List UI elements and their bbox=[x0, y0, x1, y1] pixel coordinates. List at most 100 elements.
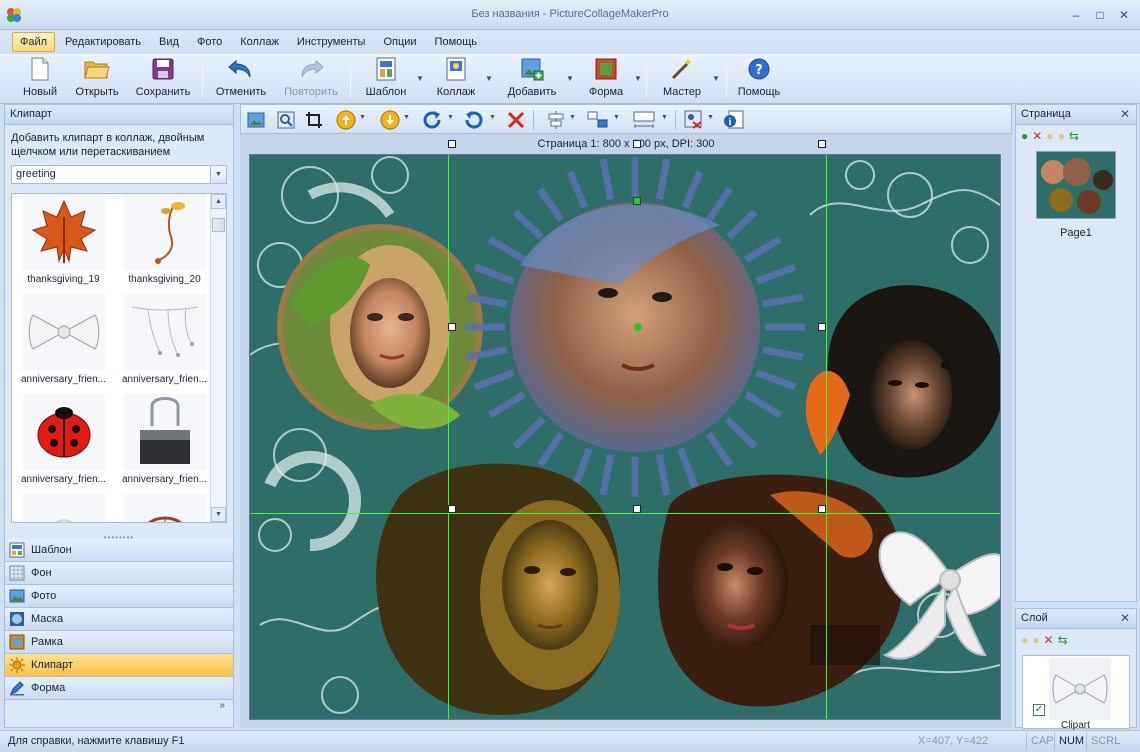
list-item[interactable] bbox=[16, 494, 111, 522]
actual-size-button[interactable] bbox=[275, 109, 297, 131]
collage-canvas[interactable] bbox=[249, 154, 1001, 720]
resize-handle[interactable] bbox=[448, 505, 456, 513]
layer-visibility-checkbox[interactable]: ✓ bbox=[1033, 704, 1045, 716]
list-item[interactable]: anniversary_frien... bbox=[117, 394, 212, 492]
resize-handle[interactable] bbox=[448, 323, 456, 331]
chevron-down-icon[interactable]: ▼ bbox=[707, 114, 714, 121]
chevron-down-icon[interactable]: ▼ bbox=[489, 114, 496, 121]
chevron-down-icon[interactable]: ▼ bbox=[210, 166, 226, 183]
resize-handle[interactable] bbox=[633, 505, 641, 513]
scroll-down-icon[interactable]: ▼ bbox=[211, 507, 226, 522]
template-button[interactable]: Шаблон bbox=[360, 56, 412, 102]
collage-dropdown-icon[interactable]: ▼ bbox=[485, 74, 493, 83]
redo-button[interactable]: Повторить bbox=[280, 56, 342, 102]
nav-item-clipart[interactable]: Клипарт bbox=[5, 654, 233, 677]
rotate-right-button[interactable] bbox=[421, 109, 443, 131]
minimize-button[interactable]: – bbox=[1066, 6, 1086, 24]
guide-vertical[interactable] bbox=[826, 155, 827, 719]
delete-page-icon[interactable]: ✕ bbox=[1032, 129, 1042, 143]
refresh-icon[interactable]: ⇆ bbox=[1058, 633, 1068, 647]
shape-button[interactable]: Форма bbox=[582, 56, 630, 102]
refresh-icon[interactable]: ⇆ bbox=[1069, 129, 1079, 143]
add-page-icon[interactable]: ● bbox=[1021, 129, 1028, 143]
page-thumbnail[interactable] bbox=[1036, 151, 1116, 219]
menu-edit[interactable]: Редактировать bbox=[57, 32, 149, 52]
nav-item-shape[interactable]: Форма bbox=[5, 677, 233, 700]
rotate-left-button[interactable] bbox=[463, 109, 485, 131]
list-item[interactable]: anniversary_frien... bbox=[117, 294, 212, 392]
chevron-down-icon[interactable]: ▼ bbox=[661, 114, 668, 121]
properties-button[interactable]: i bbox=[723, 109, 745, 131]
chevron-down-icon[interactable]: ▼ bbox=[359, 114, 366, 121]
resize-handle[interactable] bbox=[633, 140, 641, 148]
chevron-down-icon[interactable]: ▼ bbox=[569, 114, 576, 121]
clipart-white-bow[interactable] bbox=[878, 531, 1001, 660]
menu-help[interactable]: Помощь bbox=[427, 32, 486, 52]
maximize-button[interactable]: □ bbox=[1090, 6, 1110, 24]
align-button[interactable] bbox=[545, 109, 567, 131]
photo-woman-dark-hair[interactable] bbox=[805, 285, 1001, 478]
crop-button[interactable] bbox=[303, 109, 325, 131]
nav-overflow-icon[interactable]: » bbox=[5, 700, 233, 718]
layer-down-icon[interactable]: ● bbox=[1032, 633, 1039, 647]
scroll-thumb[interactable] bbox=[212, 218, 225, 232]
fit-page-button[interactable] bbox=[245, 109, 267, 131]
menu-collage[interactable]: Коллаж bbox=[232, 32, 287, 52]
distribute-button[interactable] bbox=[587, 109, 609, 131]
chevron-down-icon[interactable]: ▼ bbox=[613, 114, 620, 121]
wizard-dropdown-icon[interactable]: ▼ bbox=[712, 74, 720, 83]
collage-button[interactable]: Коллаж bbox=[432, 56, 480, 102]
menu-file[interactable]: Файл bbox=[12, 32, 56, 52]
list-item[interactable] bbox=[117, 494, 212, 522]
list-item[interactable]: anniversary_frien... bbox=[16, 294, 111, 392]
list-item[interactable]: thanksgiving_19 bbox=[16, 194, 111, 292]
rotate-handle[interactable] bbox=[633, 197, 641, 205]
menu-photo[interactable]: Фото bbox=[189, 32, 230, 52]
delete-button[interactable] bbox=[505, 109, 527, 131]
nav-item-frame[interactable]: Рамка bbox=[5, 631, 233, 654]
move-up-icon[interactable]: ● bbox=[1046, 129, 1053, 143]
wizard-button[interactable]: Мастер bbox=[656, 56, 708, 102]
chevron-down-icon[interactable]: ▼ bbox=[447, 114, 454, 121]
list-item[interactable]: anniversary_frien... bbox=[16, 394, 111, 492]
scroll-up-icon[interactable]: ▲ bbox=[211, 194, 226, 209]
resize-handle[interactable] bbox=[818, 323, 826, 331]
resize-handle[interactable] bbox=[818, 140, 826, 148]
center-point-icon[interactable] bbox=[634, 323, 642, 331]
close-icon[interactable]: ✕ bbox=[1120, 611, 1130, 625]
clipart-scrollbar[interactable]: ▲ ▼ bbox=[210, 194, 226, 522]
layer-thumbnail[interactable] bbox=[1049, 658, 1111, 720]
layer-list[interactable]: ✓ Clipart bbox=[1022, 655, 1130, 731]
open-button[interactable]: Открыть bbox=[72, 56, 122, 102]
delete-layer-icon[interactable]: ✕ bbox=[1044, 633, 1054, 647]
size-button[interactable] bbox=[631, 109, 657, 131]
menu-options[interactable]: Опции bbox=[375, 32, 424, 52]
resize-handle[interactable] bbox=[818, 505, 826, 513]
template-dropdown-icon[interactable]: ▼ bbox=[416, 74, 424, 83]
category-select[interactable]: greeting ▼ bbox=[11, 165, 227, 184]
list-item[interactable]: thanksgiving_20 bbox=[117, 194, 212, 292]
nav-item-background[interactable]: Фон bbox=[5, 562, 233, 585]
bring-forward-button[interactable] bbox=[335, 109, 357, 131]
close-button[interactable]: ✕ bbox=[1114, 6, 1134, 24]
guide-horizontal[interactable] bbox=[250, 513, 1000, 514]
settings-button[interactable] bbox=[683, 109, 705, 131]
shape-dropdown-icon[interactable]: ▼ bbox=[634, 74, 642, 83]
photo-woman-golden[interactable] bbox=[376, 463, 620, 715]
resize-handle[interactable] bbox=[448, 140, 456, 148]
chevron-down-icon[interactable]: ▼ bbox=[403, 114, 410, 121]
menu-view[interactable]: Вид bbox=[151, 32, 187, 52]
menu-tools[interactable]: Инструменты bbox=[289, 32, 374, 52]
help-button[interactable]: ? Помощь bbox=[734, 56, 784, 102]
layer-up-icon[interactable]: ● bbox=[1021, 633, 1028, 647]
nav-item-mask[interactable]: Маска bbox=[5, 608, 233, 631]
nav-item-photo[interactable]: Фото bbox=[5, 585, 233, 608]
guide-vertical[interactable] bbox=[448, 155, 449, 719]
nav-item-template[interactable]: Шаблон bbox=[5, 539, 233, 562]
close-icon[interactable]: ✕ bbox=[1120, 107, 1130, 121]
clipart-list[interactable]: thanksgiving_19 thanksgiving_20 annivers… bbox=[11, 193, 227, 523]
add-button[interactable]: Добавить bbox=[502, 56, 562, 102]
add-dropdown-icon[interactable]: ▼ bbox=[566, 74, 574, 83]
save-button[interactable]: Сохранить bbox=[134, 56, 192, 102]
photo-woman-autumn[interactable] bbox=[658, 474, 903, 707]
